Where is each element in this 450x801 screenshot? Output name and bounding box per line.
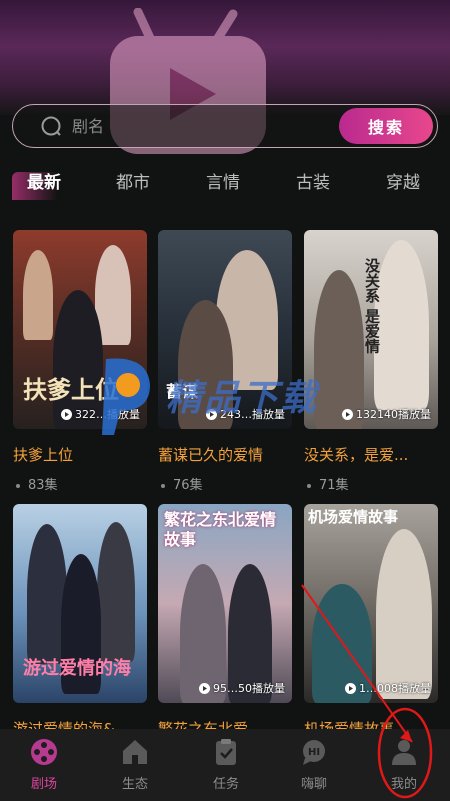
poster-title-art: 蓄谋 xyxy=(166,382,199,401)
poster-title-art: 扶爹上位 xyxy=(23,376,119,404)
poster-title-art: 机场爱情故事 xyxy=(308,508,399,526)
drama-poster[interactable]: 扶爹上位 322…播放量 xyxy=(13,230,147,429)
drama-title[interactable]: 没关系，是爱... xyxy=(304,444,438,465)
episode-count: 76集 xyxy=(158,474,292,493)
play-count: 95…50播放量 xyxy=(199,680,285,696)
play-count: 1…008播放量 xyxy=(345,680,431,696)
drama-card[interactable]: 扶爹上位 322…播放量 扶爹上位 83集 xyxy=(13,230,147,493)
play-count: 132140播放量 xyxy=(342,406,431,422)
play-count: 322…播放量 xyxy=(61,406,140,422)
episode-count: 83集 xyxy=(13,474,147,493)
clipboard-check-icon xyxy=(216,739,236,765)
drama-card[interactable]: 游过爱情的海 游过爱情的海&... xyxy=(13,504,147,739)
play-count: 243…播放量 xyxy=(206,406,285,422)
drama-title[interactable]: 蓄谋已久的爱情 xyxy=(158,444,292,465)
play-icon xyxy=(342,408,353,420)
nav-ecology[interactable]: 生态 xyxy=(105,737,165,792)
user-icon xyxy=(392,740,416,765)
tab-romance[interactable]: 言情 xyxy=(206,168,240,193)
drama-card[interactable]: 没关系 是爱情 132140播放量 没关系，是爱... 71集 xyxy=(304,230,438,493)
drama-card[interactable]: 蓄谋 243…播放量 蓄谋已久的爱情 76集 xyxy=(158,230,292,493)
chat-bubble-icon: HI xyxy=(303,740,325,765)
nav-profile[interactable]: 我的 xyxy=(374,737,434,792)
tab-time-travel[interactable]: 穿越 xyxy=(386,168,420,193)
drama-poster[interactable]: 蓄谋 243…播放量 xyxy=(158,230,292,429)
drama-poster[interactable]: 游过爱情的海 xyxy=(13,504,147,703)
drama-card[interactable]: 机场爱情故事 1…008播放量 机场爱情故事... xyxy=(304,504,438,739)
play-icon xyxy=(345,682,356,694)
drama-poster[interactable]: 繁花之东北爱情故事 95…50播放量 xyxy=(158,504,292,703)
episode-count: 71集 xyxy=(304,474,438,493)
drama-poster[interactable]: 没关系 是爱情 132140播放量 xyxy=(304,230,438,429)
nav-theater[interactable]: 剧场 xyxy=(14,737,74,792)
tab-costume[interactable]: 古装 xyxy=(296,168,330,193)
home-icon xyxy=(123,740,147,764)
search-input[interactable] xyxy=(62,105,339,147)
nav-tasks[interactable]: 任务 xyxy=(196,737,256,792)
drama-poster[interactable]: 机场爱情故事 1…008播放量 xyxy=(304,504,438,703)
poster-title-art: 繁花之东北爱情故事 xyxy=(164,510,277,549)
category-tabs: 最新 都市 言情 古装 穿越 xyxy=(0,168,450,198)
nav-chat[interactable]: HI 嗨聊 xyxy=(284,737,344,792)
play-icon xyxy=(206,408,217,420)
poster-title-art: 没关系 是爱情 xyxy=(363,258,381,354)
film-reel-icon xyxy=(31,739,57,765)
svg-text:HI: HI xyxy=(308,747,320,758)
bottom-nav: 剧场 生态 任务 HI 嗨聊 我的 xyxy=(0,729,450,801)
drama-title[interactable]: 扶爹上位 xyxy=(13,444,147,465)
poster-title-art: 游过爱情的海 xyxy=(23,658,131,679)
tab-urban[interactable]: 都市 xyxy=(116,168,150,193)
play-icon xyxy=(61,408,72,420)
drama-card[interactable]: 繁花之东北爱情故事 95…50播放量 繁花之东北爱... xyxy=(158,504,292,739)
search-bar: 搜索 xyxy=(12,104,438,148)
play-icon xyxy=(199,682,210,694)
search-icon xyxy=(41,116,61,136)
search-button[interactable]: 搜索 xyxy=(339,108,433,144)
tab-latest[interactable]: 最新 xyxy=(27,168,61,193)
